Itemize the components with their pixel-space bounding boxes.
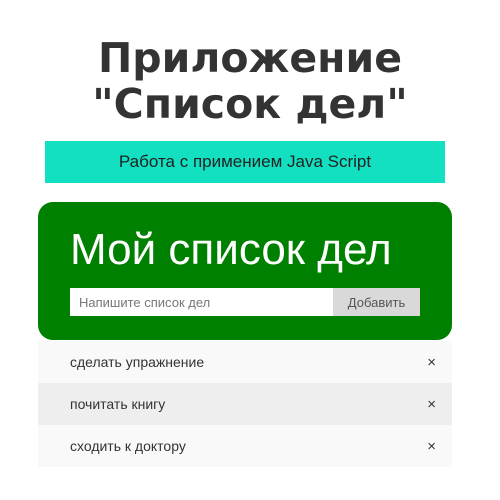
add-todo-button[interactable]: Добавить bbox=[333, 288, 420, 316]
todo-item-text: сделать упражнение bbox=[70, 354, 205, 370]
add-todo-form: Добавить bbox=[70, 288, 420, 316]
page-title: Приложение "Список дел" bbox=[92, 34, 408, 128]
subtitle-banner: Работа с примением Java Script bbox=[45, 141, 445, 183]
todo-list-item[interactable]: сделать упражнение × bbox=[38, 341, 452, 383]
close-icon[interactable]: × bbox=[427, 439, 436, 454]
close-icon[interactable]: × bbox=[427, 355, 436, 370]
todo-item-text: почитать книгу bbox=[70, 396, 166, 412]
todo-heading: Мой список дел bbox=[70, 225, 392, 274]
todo-item-text: сходить к доктору bbox=[70, 438, 186, 454]
subtitle-text: Работа с примением Java Script bbox=[118, 152, 372, 171]
close-icon[interactable]: × bbox=[427, 397, 436, 412]
todo-list: сделать упражнение × почитать книгу × сх… bbox=[38, 341, 452, 467]
todo-header-card: Мой список дел Добавить bbox=[38, 202, 452, 340]
todo-input[interactable] bbox=[70, 288, 333, 316]
todo-page: Приложение "Список дел" Работа с примени… bbox=[0, 0, 500, 500]
todo-list-item[interactable]: почитать книгу × bbox=[38, 383, 452, 425]
todo-list-item[interactable]: сходить к доктору × bbox=[38, 425, 452, 467]
